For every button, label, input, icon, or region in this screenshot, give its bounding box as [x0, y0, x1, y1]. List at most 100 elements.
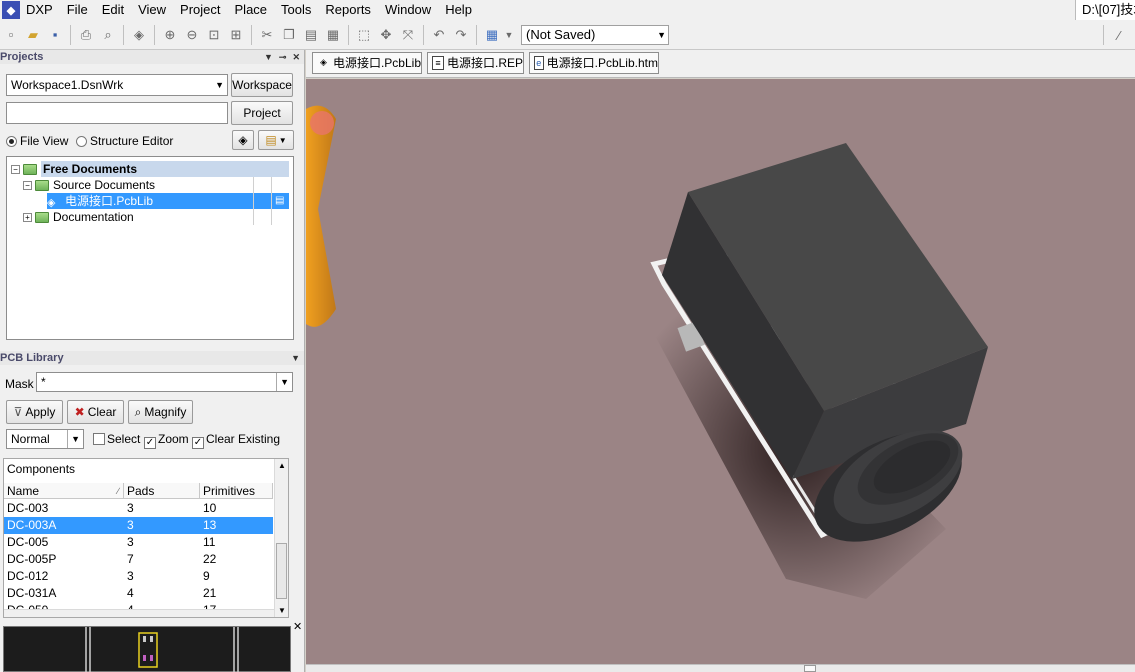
collapse-icon[interactable]: −	[23, 180, 32, 190]
menu-place[interactable]: Place	[229, 0, 276, 20]
menu-window[interactable]: Window	[379, 0, 439, 20]
clear-icon: ✖	[74, 405, 85, 419]
mask-value: *	[41, 375, 46, 389]
table-row[interactable]: DC-012 3 9	[4, 568, 273, 585]
tree-item-free-documents[interactable]: − Free Documents	[11, 161, 289, 177]
open-folder-icon[interactable]: ▰	[22, 24, 44, 46]
workspace-select[interactable]: Workspace1.DsnWrk ▼	[6, 74, 228, 96]
table-row[interactable]: DC-003 3 10	[4, 500, 273, 517]
panel-menu-icon[interactable]: ▼	[264, 52, 273, 63]
zoom-area-icon[interactable]: ⊞	[225, 24, 247, 46]
cell-name: DC-005P	[7, 552, 57, 566]
scroll-down-icon[interactable]: ▼	[278, 606, 286, 615]
tree-item-source-documents[interactable]: − Source Documents	[23, 177, 155, 193]
dxp-logo-icon[interactable]: ◆	[2, 1, 20, 19]
table-row[interactable]: DC-005 3 11	[4, 534, 273, 551]
cut-icon[interactable]: ✂	[256, 24, 278, 46]
cell-name: DC-003A	[7, 518, 57, 532]
redo-icon[interactable]: ↷	[450, 24, 472, 46]
pin-icon[interactable]: ⊸	[279, 52, 287, 63]
menu-view[interactable]: View	[132, 0, 174, 20]
path-field[interactable]: D:\[07]技术	[1075, 0, 1135, 20]
close-preview-icon[interactable]: ✕	[293, 620, 302, 633]
save-icon[interactable]: ▪	[44, 24, 66, 46]
menu-edit[interactable]: Edit	[96, 0, 132, 20]
menu-tools[interactable]: Tools	[275, 0, 319, 20]
collapse-icon[interactable]: −	[11, 164, 20, 174]
column-header-primitives[interactable]: Primitives	[200, 483, 273, 499]
toolbar-divider	[1103, 25, 1104, 45]
workspace-button[interactable]: Workspace	[231, 73, 293, 97]
mask-input[interactable]: * ▼	[36, 372, 293, 392]
hscroll-thumb[interactable]	[804, 665, 816, 672]
select-label: Select	[107, 432, 141, 446]
select-area-icon[interactable]: ⬚	[353, 24, 375, 46]
zoom-fit-icon[interactable]: ⊡	[203, 24, 225, 46]
tab-report[interactable]: ≡ 电源接口.REP	[427, 52, 524, 74]
rubber-stamp-icon[interactable]: ▦	[322, 24, 344, 46]
file-view-option[interactable]: File View	[6, 134, 68, 148]
menu-reports[interactable]: Reports	[319, 0, 379, 20]
tab-pcblib[interactable]: ◈ 电源接口.PcbLib	[312, 52, 422, 74]
mask-label: Mask	[5, 377, 34, 391]
table-row[interactable]: DC-005P 7 22	[4, 551, 273, 568]
save-state-select[interactable]: (Not Saved) ▼	[521, 24, 669, 45]
viewport-hscrollbar[interactable]	[306, 664, 1135, 672]
scroll-up-icon[interactable]: ▲	[278, 461, 286, 470]
apply-label: Apply	[25, 405, 56, 419]
copy-icon[interactable]: ❐	[278, 24, 300, 46]
pcb-3d-viewport[interactable]	[306, 79, 1135, 672]
mode-select[interactable]: Normal ▼	[6, 429, 84, 449]
deselect-icon[interactable]: ⤧	[397, 24, 419, 46]
column-header-name[interactable]: Name ∕	[4, 483, 124, 499]
zoom-checkbox[interactable]: ✓ Zoom	[144, 432, 189, 449]
clear-button[interactable]: ✖ Clear	[67, 400, 124, 424]
left-panel: Projects ▼ ⊸ ✕ Workspace1.DsnWrk ▼ Works…	[0, 50, 305, 672]
layers-icon: ◈	[238, 133, 248, 147]
table-row[interactable]: DC-003A 3 13	[4, 517, 273, 534]
zoom-out-icon[interactable]: ⊖	[181, 24, 203, 46]
structure-editor-option[interactable]: Structure Editor	[76, 134, 173, 148]
layers-button[interactable]: ◈	[232, 130, 254, 150]
components-title: Components	[7, 462, 76, 476]
expand-icon[interactable]: +	[23, 212, 32, 222]
components-hscroll[interactable]	[4, 609, 274, 617]
footprint-preview[interactable]	[3, 626, 291, 672]
menu-file[interactable]: File	[61, 0, 96, 20]
checkbox-unchecked-icon	[93, 433, 105, 445]
apply-button[interactable]: ⊽ Apply	[6, 400, 63, 424]
close-icon[interactable]: ✕	[292, 52, 300, 63]
cell-primitives: 22	[203, 552, 217, 566]
tree-item-documentation[interactable]: + Documentation	[23, 209, 134, 225]
column-header-pads[interactable]: Pads	[124, 483, 200, 499]
menu-project[interactable]: Project	[174, 0, 228, 20]
panel-menu-icon[interactable]: ▼	[291, 353, 300, 363]
move-icon[interactable]: ✥	[375, 24, 397, 46]
line-tool-icon[interactable]: ∕	[1108, 24, 1130, 46]
tab-html-report[interactable]: e 电源接口.PcbLib.htm	[529, 52, 659, 74]
document-options-button[interactable]: ▤ ▼	[258, 130, 294, 150]
chevron-down-icon: ▼	[657, 29, 666, 40]
new-file-icon[interactable]: ▫	[0, 24, 22, 46]
project-button[interactable]: Project	[231, 101, 293, 125]
components-scrollbar[interactable]: ▲ ▼	[274, 459, 288, 617]
board-3d-icon[interactable]: ◈	[128, 24, 150, 46]
magnify-button[interactable]: ⌕ Magnify	[128, 400, 193, 424]
grid-dropdown-icon[interactable]: ▼	[503, 24, 515, 46]
print-preview-icon[interactable]: ⌕	[97, 24, 119, 46]
pcb-library-header: PCB Library ▼	[0, 351, 304, 365]
zoom-in-icon[interactable]: ⊕	[159, 24, 181, 46]
paste-icon[interactable]: ▤	[300, 24, 322, 46]
menu-dxp[interactable]: DXP	[20, 0, 61, 20]
project-input[interactable]	[6, 102, 228, 124]
table-row[interactable]: DC-031A 4 21	[4, 585, 273, 602]
grid-icon[interactable]: ▦	[481, 24, 503, 46]
menu-help[interactable]: Help	[439, 0, 480, 20]
select-checkbox[interactable]: Select	[93, 432, 140, 446]
components-table: Components Name ∕ Pads Primitives DC-003…	[3, 458, 289, 618]
scroll-thumb[interactable]	[276, 543, 287, 599]
print-icon[interactable]: ⎙	[75, 24, 97, 46]
undo-icon[interactable]: ↶	[428, 24, 450, 46]
clear-existing-checkbox[interactable]: ✓ Clear Existing	[192, 432, 280, 449]
pcb-library-icon: ◈	[320, 57, 327, 67]
